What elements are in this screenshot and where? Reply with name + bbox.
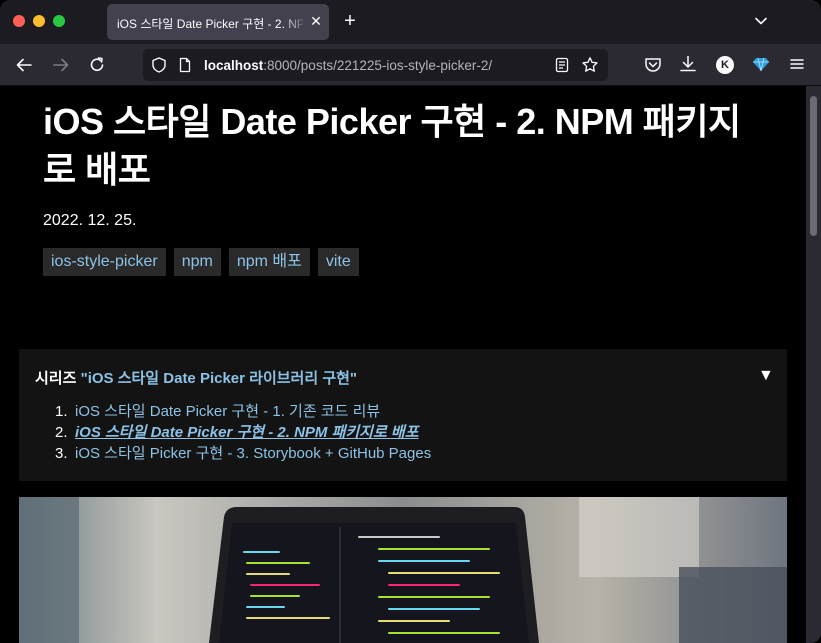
laptop-photo [19,497,787,643]
minimize-window-button[interactable] [33,15,45,27]
scrollbar[interactable] [806,86,821,643]
url-path: :8000/posts/221225-ios-style-picker-2/ [263,58,493,73]
scrollbar-thumb[interactable] [810,96,817,236]
series-heading[interactable]: 시리즈 "iOS 스타일 Date Picker 라이브러리 구현" [35,367,357,388]
post-title: iOS 스타일 Date Picker 구현 - 2. NPM 패키지로 배포 [43,101,741,190]
tab-bar: iOS 스타일 Date Picker 구현 - 2. NPM 패키지로 배포 … [0,0,821,44]
page-icon[interactable] [177,57,193,73]
series-item: 3. iOS 스타일 Picker 구현 - 3. Storybook + Git… [55,443,431,464]
tab-title: iOS 스타일 Date Picker 구현 - 2. NPM 패키지로 배포 [117,17,303,31]
series-item-number: 3. [55,445,68,462]
forward-icon[interactable] [50,54,72,76]
tag-list: ios-style-picker npm npm 배포 vite [43,248,359,276]
browser-window: iOS 스타일 Date Picker 구현 - 2. NPM 패키지로 배포 … [0,0,821,643]
tag[interactable]: vite [317,248,359,276]
back-icon[interactable] [13,54,35,76]
series-label: 시리즈 [35,370,77,387]
new-tab-icon[interactable]: + [339,10,361,32]
reload-icon[interactable] [86,54,108,76]
post-date: 2022. 12. 25. [43,212,137,229]
series-item-link[interactable]: iOS 스타일 Date Picker 구현 - 1. 기존 코드 리뷰 [75,403,380,420]
nav-bar: localhost:8000/posts/221225-ios-style-pi… [0,44,821,86]
shield-icon[interactable] [150,56,168,74]
tab-active[interactable]: iOS 스타일 Date Picker 구현 - 2. NPM 패키지로 배포 … [107,4,329,40]
series-item-number: 1. [55,403,68,420]
menu-icon[interactable] [788,55,806,73]
page-content: iOS 스타일 Date Picker 구현 - 2. NPM 패키지로 배포 … [0,86,806,643]
tag[interactable]: npm [173,248,221,276]
series-toggle-icon[interactable]: ▼ [758,367,774,385]
series-item-link[interactable]: iOS 스타일 Date Picker 구현 - 2. NPM 패키지로 배포 [75,424,419,441]
hero-image [19,497,787,643]
series-item-link[interactable]: iOS 스타일 Picker 구현 - 3. Storybook + GitHu… [75,445,431,462]
extension-gem-icon[interactable] [752,55,770,73]
tag[interactable]: npm 배포 [228,248,310,276]
series-item: 1. iOS 스타일 Date Picker 구현 - 1. 기존 코드 리뷰 [55,401,431,422]
series-item-current: 2. iOS 스타일 Date Picker 구현 - 2. NPM 패키지로 배… [55,422,431,443]
url-text[interactable]: localhost:8000/posts/221225-ios-style-pi… [204,58,492,73]
series-item-number: 2. [55,424,68,441]
url-bar[interactable]: localhost:8000/posts/221225-ios-style-pi… [143,49,608,81]
download-icon[interactable] [678,54,698,74]
tab-title-fade [283,4,307,40]
pocket-icon[interactable] [643,55,663,75]
url-host: localhost [204,58,264,73]
series-box: 시리즈 "iOS 스타일 Date Picker 라이브러리 구현" ▼ 1. i… [19,349,787,481]
close-window-button[interactable] [13,15,25,27]
series-list: 1. iOS 스타일 Date Picker 구현 - 1. 기존 코드 리뷰 2… [55,401,431,464]
tag[interactable]: ios-style-picker [43,248,166,276]
series-name: "iOS 스타일 Date Picker 라이브러리 구현" [80,370,358,387]
tab-close-icon[interactable]: ✕ [307,12,325,30]
reader-view-icon[interactable] [554,57,570,73]
chevron-down-icon[interactable] [752,12,770,30]
maximize-window-button[interactable] [53,15,65,27]
bookmark-star-icon[interactable] [581,56,599,74]
account-avatar[interactable]: K [716,56,734,74]
